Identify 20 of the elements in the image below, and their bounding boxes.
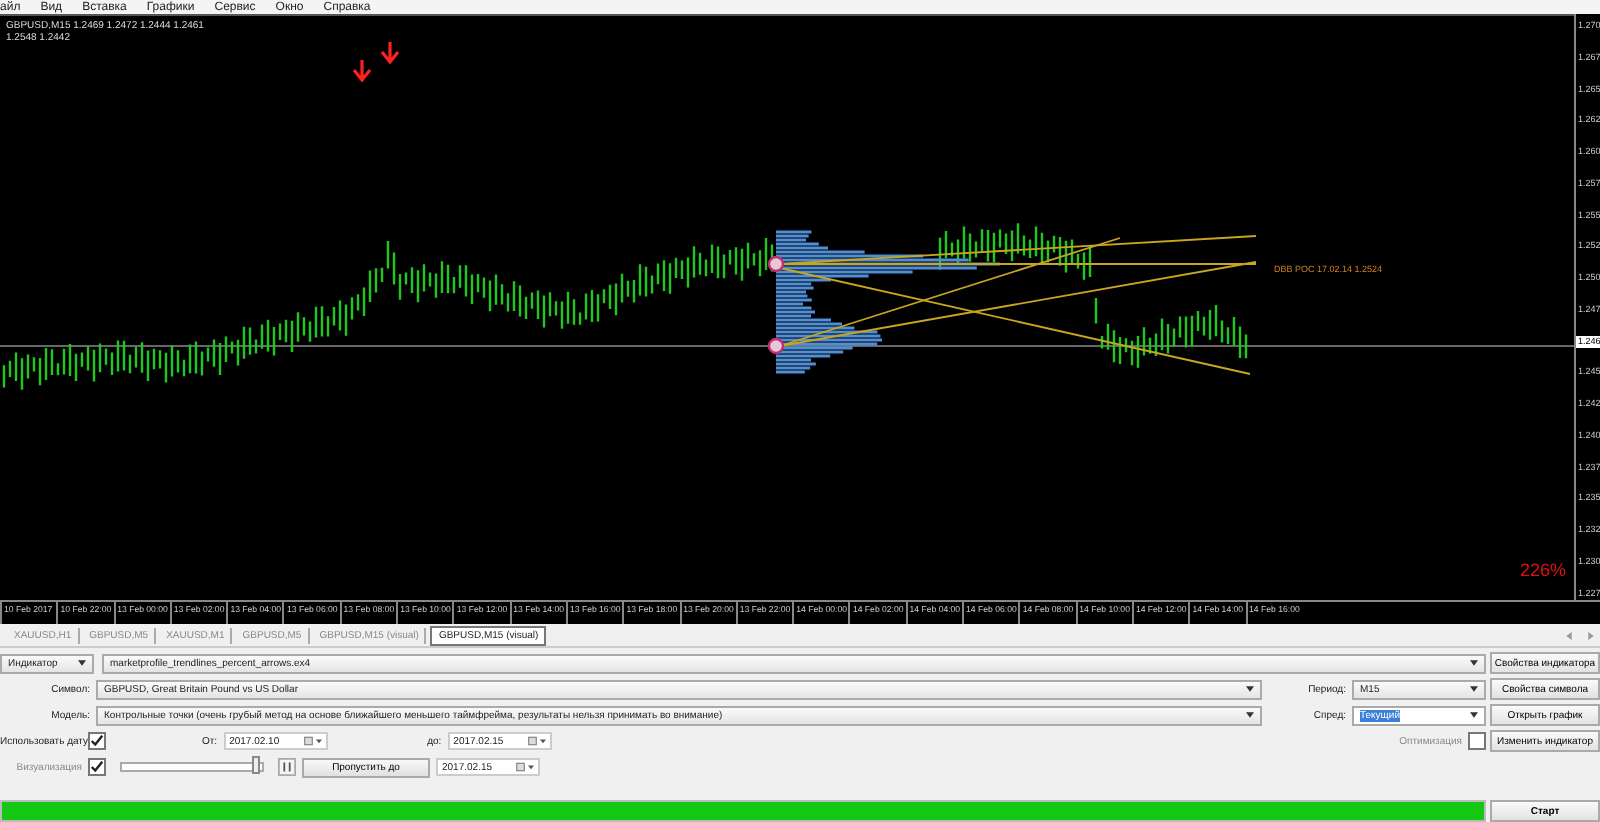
caret-icon[interactable]: [1246, 686, 1254, 692]
calendar-icon[interactable]: [303, 736, 322, 746]
calendar-icon[interactable]: [527, 736, 546, 746]
percent-label: 226%: [1520, 560, 1567, 580]
optimization-checkbox[interactable]: [1468, 732, 1486, 750]
down-arrow-icon: [352, 58, 372, 83]
down-arrow-icon: [380, 40, 400, 65]
calendar-icon[interactable]: [516, 762, 534, 772]
speed-slider[interactable]: [120, 762, 264, 772]
marker-icon: [767, 337, 785, 355]
visualization-checkbox[interactable]: [88, 758, 106, 776]
use-date-checkbox[interactable]: [88, 732, 106, 750]
caret-icon[interactable]: [1470, 660, 1478, 666]
slider-thumb[interactable]: [251, 756, 260, 774]
caret-icon[interactable]: [1246, 712, 1254, 718]
pause-button[interactable]: [278, 758, 296, 776]
marker-icon: [767, 255, 785, 273]
caret-icon[interactable]: [78, 660, 86, 666]
caret-icon[interactable]: [1470, 686, 1478, 692]
caret-icon[interactable]: [1470, 712, 1478, 718]
